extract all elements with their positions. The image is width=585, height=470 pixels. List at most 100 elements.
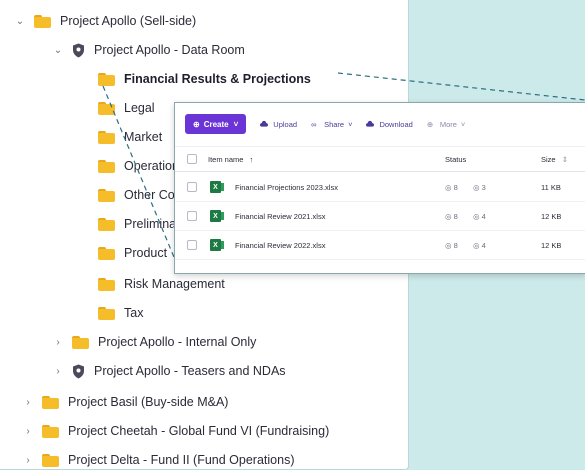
share-icon: ∞ bbox=[311, 120, 317, 129]
tree-item-label: Project Delta - Fund II (Fund Operations… bbox=[68, 453, 295, 467]
tree-item-project-delta[interactable]: › Project Delta - Fund II (Fund Operatio… bbox=[22, 449, 295, 469]
status-views: ◎ 8 bbox=[445, 212, 458, 221]
download-button[interactable]: Download bbox=[366, 119, 413, 129]
tree-item-financial-results[interactable]: Financial Results & Projections bbox=[98, 68, 311, 90]
folder-icon bbox=[34, 14, 51, 28]
excel-file-icon: X bbox=[210, 239, 224, 251]
file-name[interactable]: Financial Projections 2023.xlsx bbox=[235, 183, 338, 192]
more-button[interactable]: ⊕ More ˅ bbox=[426, 119, 466, 130]
row-checkbox[interactable] bbox=[187, 211, 197, 221]
create-label: Create bbox=[203, 119, 229, 129]
status-downloads-count: 4 bbox=[481, 212, 486, 221]
excel-file-icon: X bbox=[210, 210, 224, 222]
column-header-name[interactable]: Item name ↑ bbox=[208, 155, 253, 164]
folder-icon bbox=[98, 306, 115, 320]
chevron-down-icon: ˅ bbox=[460, 119, 466, 129]
chevron-right-icon[interactable]: › bbox=[22, 426, 34, 437]
tree-item-apollo-internal[interactable]: › Project Apollo - Internal Only bbox=[52, 331, 256, 353]
select-all-checkbox[interactable] bbox=[187, 154, 197, 164]
folder-icon bbox=[98, 72, 115, 86]
folder-icon bbox=[42, 453, 59, 467]
download-label: Download bbox=[379, 119, 413, 129]
chevron-down-icon: ˅ bbox=[348, 119, 353, 129]
table-row[interactable]: X Financial Review 2022.xlsx ◎ 8 ◎ 4 12 … bbox=[175, 231, 585, 260]
tree-item-label: Product bbox=[124, 246, 168, 260]
chevron-right-icon[interactable]: › bbox=[52, 366, 64, 377]
status-downloads: ◎ 4 bbox=[473, 241, 486, 250]
status-downloads: ◎ 4 bbox=[473, 212, 486, 221]
tree-item-label: Market bbox=[124, 130, 163, 144]
tree-item-label: Project Apollo (Sell-side) bbox=[60, 14, 197, 28]
more-label: More bbox=[439, 119, 457, 129]
plus-circle-icon: ⊕ bbox=[193, 119, 200, 129]
share-label: Share bbox=[324, 119, 345, 129]
file-name[interactable]: Financial Review 2022.xlsx bbox=[235, 241, 325, 250]
create-button[interactable]: ⊕ Create ˅ bbox=[185, 114, 247, 134]
chevron-right-icon[interactable]: › bbox=[52, 337, 64, 348]
folder-icon bbox=[72, 335, 89, 349]
file-size: 12 KB bbox=[541, 212, 562, 221]
chevron-down-icon[interactable]: ⌄ bbox=[14, 16, 26, 27]
tree-item-label: Project Apollo - Internal Only bbox=[98, 335, 257, 349]
folder-icon bbox=[98, 159, 115, 173]
folder-icon bbox=[98, 246, 115, 260]
file-name[interactable]: Financial Review 2021.xlsx bbox=[235, 212, 325, 221]
share-button[interactable]: ∞ Share ˅ bbox=[311, 119, 353, 130]
tree-item-label: Legal bbox=[124, 101, 155, 115]
sort-toggle-icon: ⇕ bbox=[561, 155, 568, 164]
tree-item-legal[interactable]: Legal bbox=[98, 97, 155, 119]
tree-item-market[interactable]: Market bbox=[98, 126, 162, 148]
status-views-count: 8 bbox=[453, 241, 458, 250]
folder-icon bbox=[42, 395, 59, 409]
sort-arrow-icon: ↑ bbox=[249, 155, 254, 164]
tree-item-project-cheetah[interactable]: › Project Cheetah - Global Fund VI (Fund… bbox=[22, 420, 329, 442]
tree-item-label: Project Cheetah - Global Fund VI (Fundra… bbox=[68, 424, 330, 438]
tree-item-label: Project Basil (Buy-side M&A) bbox=[68, 395, 229, 409]
status-views: ◎ 8 bbox=[445, 183, 458, 192]
column-header-status[interactable]: Status bbox=[445, 155, 466, 164]
folder-icon bbox=[98, 101, 115, 115]
tree-item-label: Risk Management bbox=[124, 277, 225, 291]
tree-item-label: Project Apollo - Data Room bbox=[94, 43, 245, 57]
tree-item-label: Project Apollo - Teasers and NDAs bbox=[94, 364, 286, 378]
status-downloads-count: 3 bbox=[481, 183, 486, 192]
folder-icon bbox=[42, 424, 59, 438]
more-icon: ⊕ bbox=[426, 120, 434, 129]
chevron-right-icon[interactable]: › bbox=[22, 397, 34, 408]
toolbar: ⊕ Create ˅ Upload ∞ Share ˅ Download ⊕ M… bbox=[185, 114, 465, 134]
chevron-right-icon[interactable]: › bbox=[22, 455, 34, 466]
tree-item-tax[interactable]: Tax bbox=[98, 302, 143, 324]
status-views-count: 8 bbox=[453, 183, 458, 192]
tree-item-risk-management[interactable]: Risk Management bbox=[98, 273, 225, 295]
tree-item-label: Financial Results & Projections bbox=[124, 72, 311, 86]
tree-item-project-apollo[interactable]: ⌄ Project Apollo (Sell-side) bbox=[14, 10, 196, 32]
file-size: 12 KB bbox=[541, 241, 562, 250]
table-row[interactable]: X Financial Projections 2023.xlsx ◎ 8 ◎ … bbox=[175, 173, 585, 202]
tree-item-label: Tax bbox=[124, 306, 144, 320]
tree-item-project-basil[interactable]: › Project Basil (Buy-side M&A) bbox=[22, 391, 228, 413]
column-name-label: Item name bbox=[208, 155, 244, 164]
shield-icon bbox=[72, 364, 85, 379]
tree-item-apollo-data-room[interactable]: ⌄ Project Apollo - Data Room bbox=[52, 39, 245, 61]
file-list-panel: ⊕ Create ˅ Upload ∞ Share ˅ Download ⊕ M… bbox=[174, 102, 585, 274]
status-views: ◎ 8 bbox=[445, 241, 458, 250]
chevron-down-icon: ˅ bbox=[233, 119, 239, 129]
excel-file-icon: X bbox=[210, 181, 224, 193]
column-header-size[interactable]: Size ⇕ bbox=[541, 155, 568, 164]
download-icon bbox=[366, 120, 375, 128]
status-downloads-count: 4 bbox=[481, 241, 486, 250]
chevron-down-icon[interactable]: ⌄ bbox=[52, 45, 64, 56]
folder-icon bbox=[98, 130, 115, 144]
upload-label: Upload bbox=[273, 119, 298, 129]
file-size: 11 KB bbox=[541, 183, 561, 192]
table-row[interactable]: X Financial Review 2021.xlsx ◎ 8 ◎ 4 12 … bbox=[175, 202, 585, 231]
row-checkbox[interactable] bbox=[187, 182, 197, 192]
tree-item-operations[interactable]: Operations bbox=[98, 155, 185, 177]
upload-button[interactable]: Upload bbox=[260, 120, 297, 129]
status-views-count: 8 bbox=[453, 212, 458, 221]
status-downloads: ◎ 3 bbox=[473, 183, 486, 192]
tree-item-apollo-teasers[interactable]: › Project Apollo - Teasers and NDAs bbox=[52, 360, 286, 382]
column-size-label: Size bbox=[541, 155, 556, 164]
row-checkbox[interactable] bbox=[187, 240, 197, 250]
tree-item-product[interactable]: Product bbox=[98, 242, 167, 264]
